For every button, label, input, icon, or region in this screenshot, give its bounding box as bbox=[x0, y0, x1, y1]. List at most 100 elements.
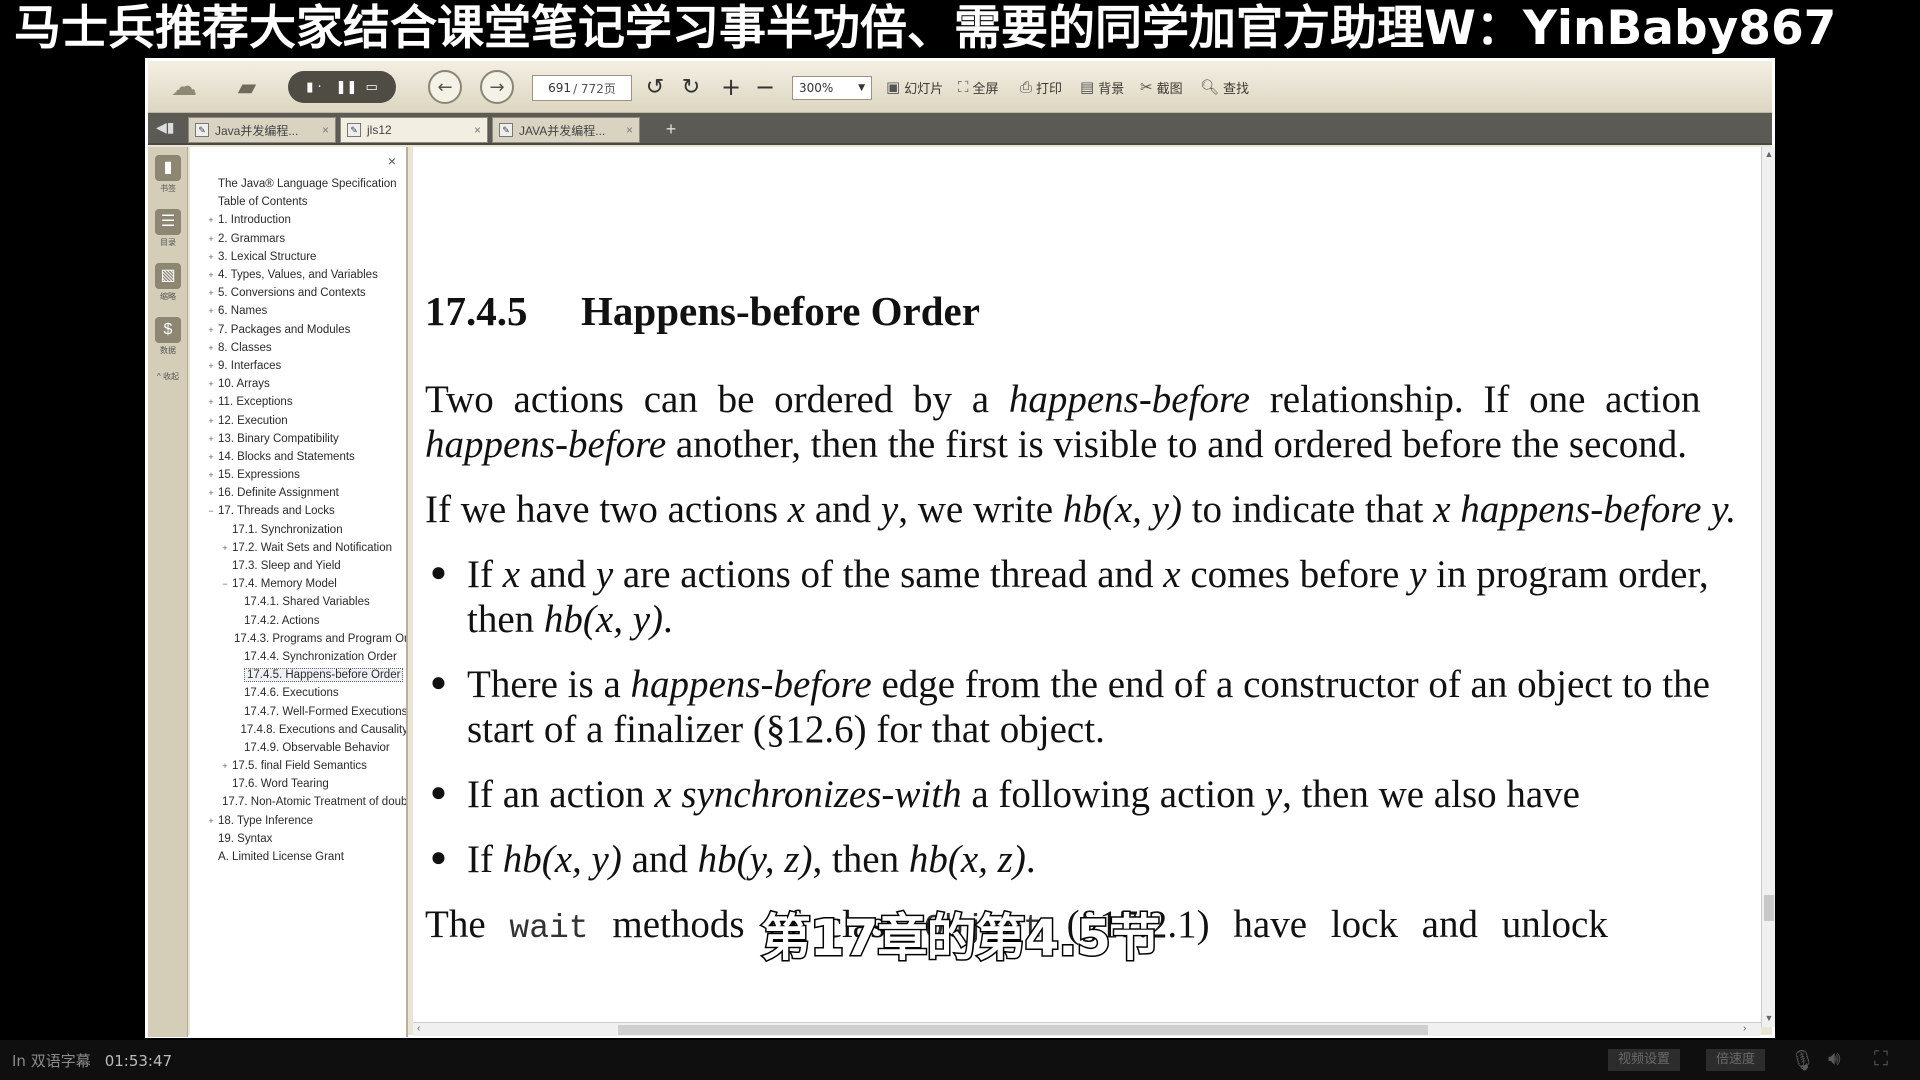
outline-item[interactable]: +12. Execution bbox=[194, 411, 406, 429]
open-folder-icon[interactable]: ▰ bbox=[228, 71, 266, 103]
outline-item[interactable]: +6. Names bbox=[194, 302, 406, 320]
tab-java-concurrency-2[interactable]: ✎ JAVA并发编程... × bbox=[492, 117, 640, 143]
outline-item[interactable]: 17.7. Non-Atomic Treatment of double and… bbox=[194, 793, 406, 811]
print-button[interactable]: ⎙ 打印 bbox=[1020, 71, 1062, 103]
fullscreen-button[interactable]: ⛶ 全屏 bbox=[958, 71, 999, 103]
scroll-thumb[interactable] bbox=[618, 1025, 1428, 1035]
outline-item[interactable]: The Java® Language Specification bbox=[194, 175, 406, 193]
zoom-out-icon[interactable]: − bbox=[752, 71, 778, 103]
outline-item[interactable]: +8. Classes bbox=[194, 339, 406, 357]
toc-button[interactable]: ☰ 目录 bbox=[152, 209, 184, 248]
expand-icon[interactable]: + bbox=[220, 761, 230, 771]
scroll-down-icon[interactable]: ▼ bbox=[1763, 1013, 1775, 1023]
expand-icon[interactable]: + bbox=[206, 343, 216, 353]
outline-item[interactable]: A. Limited License Grant bbox=[194, 848, 406, 866]
collapse-icon[interactable]: − bbox=[220, 579, 230, 589]
outline-item[interactable]: +5. Conversions and Contexts bbox=[194, 284, 406, 302]
vertical-scrollbar[interactable]: ▲ ▼ bbox=[1761, 147, 1775, 1027]
close-icon[interactable]: × bbox=[322, 123, 329, 137]
outline-item[interactable]: 19. Syntax bbox=[194, 830, 406, 848]
data-button[interactable]: $ 数据 bbox=[152, 317, 184, 356]
subtitle-mode-label[interactable]: In 双语字幕 bbox=[12, 1052, 91, 1070]
outline-item[interactable]: 17.1. Synchronization bbox=[194, 521, 406, 539]
collapse-icon[interactable]: − bbox=[206, 506, 216, 516]
horizontal-scrollbar[interactable]: ‹ › bbox=[413, 1022, 1761, 1036]
expand-icon[interactable]: + bbox=[206, 452, 216, 462]
outline-item[interactable]: +14. Blocks and Statements bbox=[194, 448, 406, 466]
background-button[interactable]: ▤ 背景 bbox=[1080, 71, 1124, 103]
outline-item[interactable]: 17.6. Word Tearing bbox=[194, 775, 406, 793]
outline-item[interactable]: +17.2. Wait Sets and Notification bbox=[194, 539, 406, 557]
outline-item[interactable]: +16. Definite Assignment bbox=[194, 484, 406, 502]
collapse-sidebar-icon[interactable]: ◀▮ bbox=[156, 119, 174, 136]
expand-icon[interactable]: + bbox=[206, 288, 216, 298]
find-button[interactable]: 🔍︎ 查找 bbox=[1200, 71, 1249, 103]
outline-item[interactable]: +10. Arrays bbox=[194, 375, 406, 393]
outline-item[interactable]: 17.4.6. Executions bbox=[194, 684, 406, 702]
page-input-value[interactable]: 691 bbox=[548, 81, 571, 95]
fullscreen-icon[interactable]: ⛶ bbox=[1874, 1048, 1888, 1071]
expand-icon[interactable]: + bbox=[220, 543, 230, 553]
outline-item[interactable]: 17.4.2. Actions bbox=[194, 612, 406, 630]
outline-item[interactable]: 17.3. Sleep and Yield bbox=[194, 557, 406, 575]
outline-item[interactable]: 17.4.1. Shared Variables bbox=[194, 593, 406, 611]
slideshow-button[interactable]: ▣ 幻灯片 bbox=[886, 71, 943, 103]
tab-java-concurrency-1[interactable]: ✎ Java并发编程... × bbox=[188, 117, 336, 143]
collapse-button[interactable]: ^ 收起 bbox=[152, 371, 184, 382]
rotate-left-icon[interactable]: ↺ bbox=[642, 71, 668, 103]
outline-item[interactable]: +17.5. final Field Semantics bbox=[194, 757, 406, 775]
expand-icon[interactable]: + bbox=[206, 270, 216, 280]
forward-button[interactable]: → bbox=[480, 70, 514, 104]
expand-icon[interactable]: + bbox=[206, 470, 216, 480]
outline-item[interactable]: +9. Interfaces bbox=[194, 357, 406, 375]
app-logo-icon[interactable]: ☁ bbox=[164, 71, 204, 103]
back-button[interactable]: ← bbox=[428, 70, 462, 104]
view-mode-toggle[interactable]: ▮ · ❚❚ ▭ bbox=[288, 71, 396, 103]
outline-item[interactable]: 17.4.9. Observable Behavior bbox=[194, 739, 406, 757]
close-icon[interactable]: × bbox=[626, 123, 633, 137]
expand-icon[interactable]: + bbox=[206, 215, 216, 225]
page-number-field[interactable]: 691 / 772页 bbox=[532, 75, 632, 101]
volume-icon[interactable]: 🔊︎ bbox=[1828, 1048, 1841, 1071]
scroll-left-icon[interactable]: ‹ bbox=[417, 1023, 420, 1034]
zoom-select[interactable]: 300% ▼ bbox=[792, 76, 872, 100]
outline-item[interactable]: +3. Lexical Structure bbox=[194, 248, 406, 266]
playback-speed-button[interactable]: 倍速度 bbox=[1706, 1049, 1766, 1071]
expand-icon[interactable]: + bbox=[206, 325, 216, 335]
close-icon[interactable]: × bbox=[474, 123, 481, 137]
outline-item[interactable]: +7. Packages and Modules bbox=[194, 321, 406, 339]
expand-icon[interactable]: + bbox=[206, 234, 216, 244]
outline-item[interactable]: +1. Introduction bbox=[194, 211, 406, 229]
expand-icon[interactable]: + bbox=[206, 361, 216, 371]
outline-item[interactable]: +2. Grammars bbox=[194, 230, 406, 248]
outline-item[interactable]: −17.4. Memory Model bbox=[194, 575, 406, 593]
microphone-icon[interactable]: 🎙︎ bbox=[1790, 1048, 1815, 1073]
outline-item[interactable]: 17.4.5. Happens-before Order bbox=[194, 666, 406, 684]
outline-item[interactable]: +18. Type Inference bbox=[194, 812, 406, 830]
outline-item[interactable]: 17.4.4. Synchronization Order bbox=[194, 648, 406, 666]
outline-item[interactable]: +4. Types, Values, and Variables bbox=[194, 266, 406, 284]
new-tab-icon[interactable]: + bbox=[660, 119, 682, 141]
screenshot-button[interactable]: ✂ 截图 bbox=[1140, 71, 1183, 103]
video-settings-button[interactable]: 视频设置 bbox=[1608, 1049, 1681, 1071]
bookmark-button[interactable]: ▮ 书签 bbox=[152, 155, 184, 194]
outline-item[interactable]: +13. Binary Compatibility bbox=[194, 430, 406, 448]
expand-icon[interactable]: + bbox=[206, 816, 216, 826]
rotate-right-icon[interactable]: ↻ bbox=[678, 71, 704, 103]
expand-icon[interactable]: + bbox=[206, 416, 216, 426]
scroll-right-icon[interactable]: › bbox=[1743, 1023, 1746, 1034]
thumbnail-button[interactable]: ▧ 缩略 bbox=[152, 263, 184, 302]
tab-jls12[interactable]: ✎ jls12 × bbox=[340, 117, 488, 143]
expand-icon[interactable]: + bbox=[206, 379, 216, 389]
outline-item[interactable]: −17. Threads and Locks bbox=[194, 502, 406, 520]
outline-item[interactable]: 17.4.3. Programs and Program Order bbox=[194, 630, 406, 648]
outline-item[interactable]: +15. Expressions bbox=[194, 466, 406, 484]
zoom-in-icon[interactable]: + bbox=[718, 71, 744, 103]
expand-icon[interactable]: + bbox=[206, 488, 216, 498]
outline-item[interactable]: Table of Contents bbox=[194, 193, 406, 211]
outline-item[interactable]: +11. Exceptions bbox=[194, 393, 406, 411]
expand-icon[interactable]: + bbox=[206, 252, 216, 262]
scroll-up-icon[interactable]: ▲ bbox=[1763, 149, 1775, 159]
outline-item[interactable]: 17.4.7. Well-Formed Executions bbox=[194, 702, 406, 720]
expand-icon[interactable]: + bbox=[206, 434, 216, 444]
